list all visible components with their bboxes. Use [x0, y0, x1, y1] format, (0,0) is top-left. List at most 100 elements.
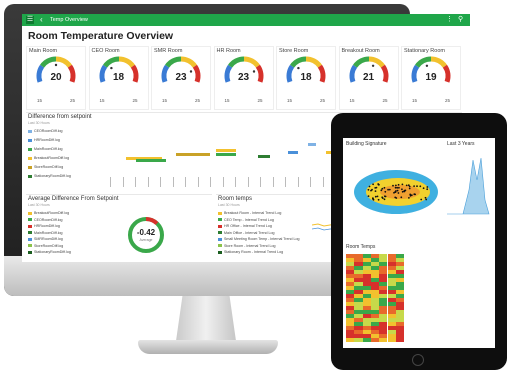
gauge-card[interactable]: HR Room 23 15 25: [213, 46, 274, 110]
gauge-card[interactable]: Main Room 20 15 25: [26, 46, 86, 110]
scatter-point: [384, 190, 387, 193]
room-temps-legend-item: CEO Temp - Internal Trend Log: [218, 218, 274, 222]
scatter-point: [413, 185, 415, 187]
setpoint-legend-label: MainRoomDiff.log: [34, 147, 63, 151]
setpoint-axis-tick: [160, 177, 161, 187]
scatter-point: [425, 198, 428, 201]
last-years-title: Last 3 Years: [447, 141, 475, 147]
gauge-row: Main Room 20 15 25 CEO Room 18 15 25 SMR R…: [26, 46, 462, 110]
gauge-name: CEO Room: [91, 48, 120, 54]
setpoint-axis-tick: [135, 177, 136, 187]
setpoint-axis-tick: [197, 177, 199, 187]
setpoint-bar: [308, 143, 316, 146]
average-legend-item: HRRoomDiff.log: [28, 224, 60, 228]
gauge-min: 15: [349, 98, 355, 103]
gauge-name: Main Room: [29, 48, 58, 54]
scatter-point: [396, 189, 399, 192]
scatter-point: [372, 183, 374, 186]
scatter-point: [383, 195, 386, 198]
gauge-card[interactable]: Store Room 18 15 25: [276, 46, 336, 110]
average-legend-label: StationaryRoomDiff.log: [34, 250, 71, 254]
scatter-point: [367, 188, 370, 191]
settings-icon[interactable]: ⋮: [446, 15, 453, 25]
average-legend-item: CEORoomDiff.log: [28, 218, 63, 222]
room-temps-legend-label: CEO Temp - Internal Trend Log: [224, 217, 274, 222]
average-panel: Average Difference From Setpoint Last 30…: [26, 194, 212, 261]
scatter-point: [408, 185, 411, 188]
average-value-label: Average: [139, 238, 153, 242]
scatter-point: [398, 186, 400, 189]
average-legend-label: BreakoutRoomDiff.log: [34, 211, 70, 215]
scatter-point: [388, 188, 391, 191]
room-temps-title: Room temps: [218, 196, 253, 202]
setpoint-legend-label: HRRoomDiff.log: [34, 138, 60, 142]
heatmap-cell: [362, 338, 371, 342]
scatter-point: [397, 192, 400, 194]
scatter-point: [426, 186, 429, 188]
setpoint-legend-label: CEORoomDiff.log: [34, 129, 63, 133]
setpoint-bar: [176, 153, 210, 156]
setpoint-legend-item: StoreRoomDiff.log: [28, 165, 63, 169]
scatter-point: [377, 198, 380, 201]
scatter-point: [408, 197, 410, 199]
scatter-point: [374, 195, 377, 198]
gauge-max: 25: [319, 98, 325, 103]
average-legend-item: StationaryRoomDiff.log: [28, 250, 71, 254]
scatter-point: [405, 184, 408, 187]
search-icon[interactable]: ⚲: [458, 15, 463, 25]
setpoint-axis-tick: [285, 177, 286, 187]
gauge-card[interactable]: CEO Room 18 15 25: [88, 46, 149, 110]
scatter-point: [383, 186, 386, 189]
average-legend-label: CEORoomDiff.log: [34, 217, 63, 222]
tablet-screen: Building Signature Last 3 Years Room Tem…: [343, 138, 495, 348]
average-legend-label: HRRoomDiff.log: [34, 224, 60, 228]
home-button[interactable]: [412, 354, 424, 366]
gauge-card[interactable]: Breakout Room 21 15 25: [338, 46, 399, 110]
scatter-point: [426, 188, 429, 191]
average-legend-item: BreakoutRoomDiff.log: [28, 211, 69, 215]
scatter-point: [394, 186, 397, 189]
average-value: -0.42: [136, 228, 156, 237]
scatter-point: [395, 190, 397, 192]
gauge-min: 15: [287, 98, 293, 103]
scatter-point: [410, 194, 413, 197]
scatter-point: [375, 186, 378, 189]
back-arrow-icon[interactable]: ‹: [40, 15, 43, 25]
setpoint-axis-tick: [322, 177, 324, 187]
setpoint-legend-label: StationaryRoomDiff.log: [34, 174, 71, 178]
scatter-point: [396, 186, 399, 189]
setpoint-legend-item: MainRoomDiff.log: [28, 147, 63, 151]
average-legend-label: StoreRoomDiff.log: [34, 243, 64, 248]
gauge-value: 20: [50, 72, 62, 83]
gauge-card[interactable]: Stationary Room 19 15 25: [401, 46, 461, 110]
setpoint-axis-tick: [110, 177, 111, 187]
scatter-point: [377, 183, 380, 185]
setpoint-bar: [136, 159, 166, 162]
setpoint-legend-label: StoreRoomDiff.log: [34, 165, 64, 169]
scatter-point: [381, 187, 384, 190]
room-temps-legend-label: Breakout Room - Internal Trend Log: [224, 211, 282, 215]
setpoint-legend-label: BreakoutRoomDiff.log: [34, 156, 70, 160]
scatter-point: [367, 195, 370, 197]
gauge-card[interactable]: SMR Room 23 15 25: [151, 46, 211, 110]
app-logo-icon[interactable]: ☰: [26, 16, 34, 24]
room-temps-legend-label: Main Office - Internal Trend Log: [224, 230, 275, 235]
gauge-name: Breakout Room: [341, 48, 380, 54]
scatter-point: [420, 198, 423, 201]
app-bar: ☰ ‹ Temp Overview ⋮ ⚲: [22, 14, 470, 26]
building-signature-title: Building Signature: [346, 141, 387, 147]
heatmap-cell: [387, 338, 396, 342]
room-temps-subtitle: Last 30 Hours: [218, 203, 240, 207]
setpoint-legend-item: BreakoutRoomDiff.log: [28, 156, 69, 160]
setpoint-bar: [288, 151, 298, 154]
setpoint-bar: [216, 153, 236, 156]
gauge-min: 15: [37, 98, 43, 103]
scatter-point: [368, 185, 371, 188]
gauge-min: 15: [162, 98, 168, 103]
gauge-max: 25: [132, 98, 138, 103]
monitor-stand-base: [138, 340, 278, 354]
setpoint-axis-tick: [122, 177, 124, 187]
gauge-max: 25: [69, 98, 75, 103]
scatter-point: [374, 190, 377, 192]
scatter-point: [387, 188, 389, 191]
